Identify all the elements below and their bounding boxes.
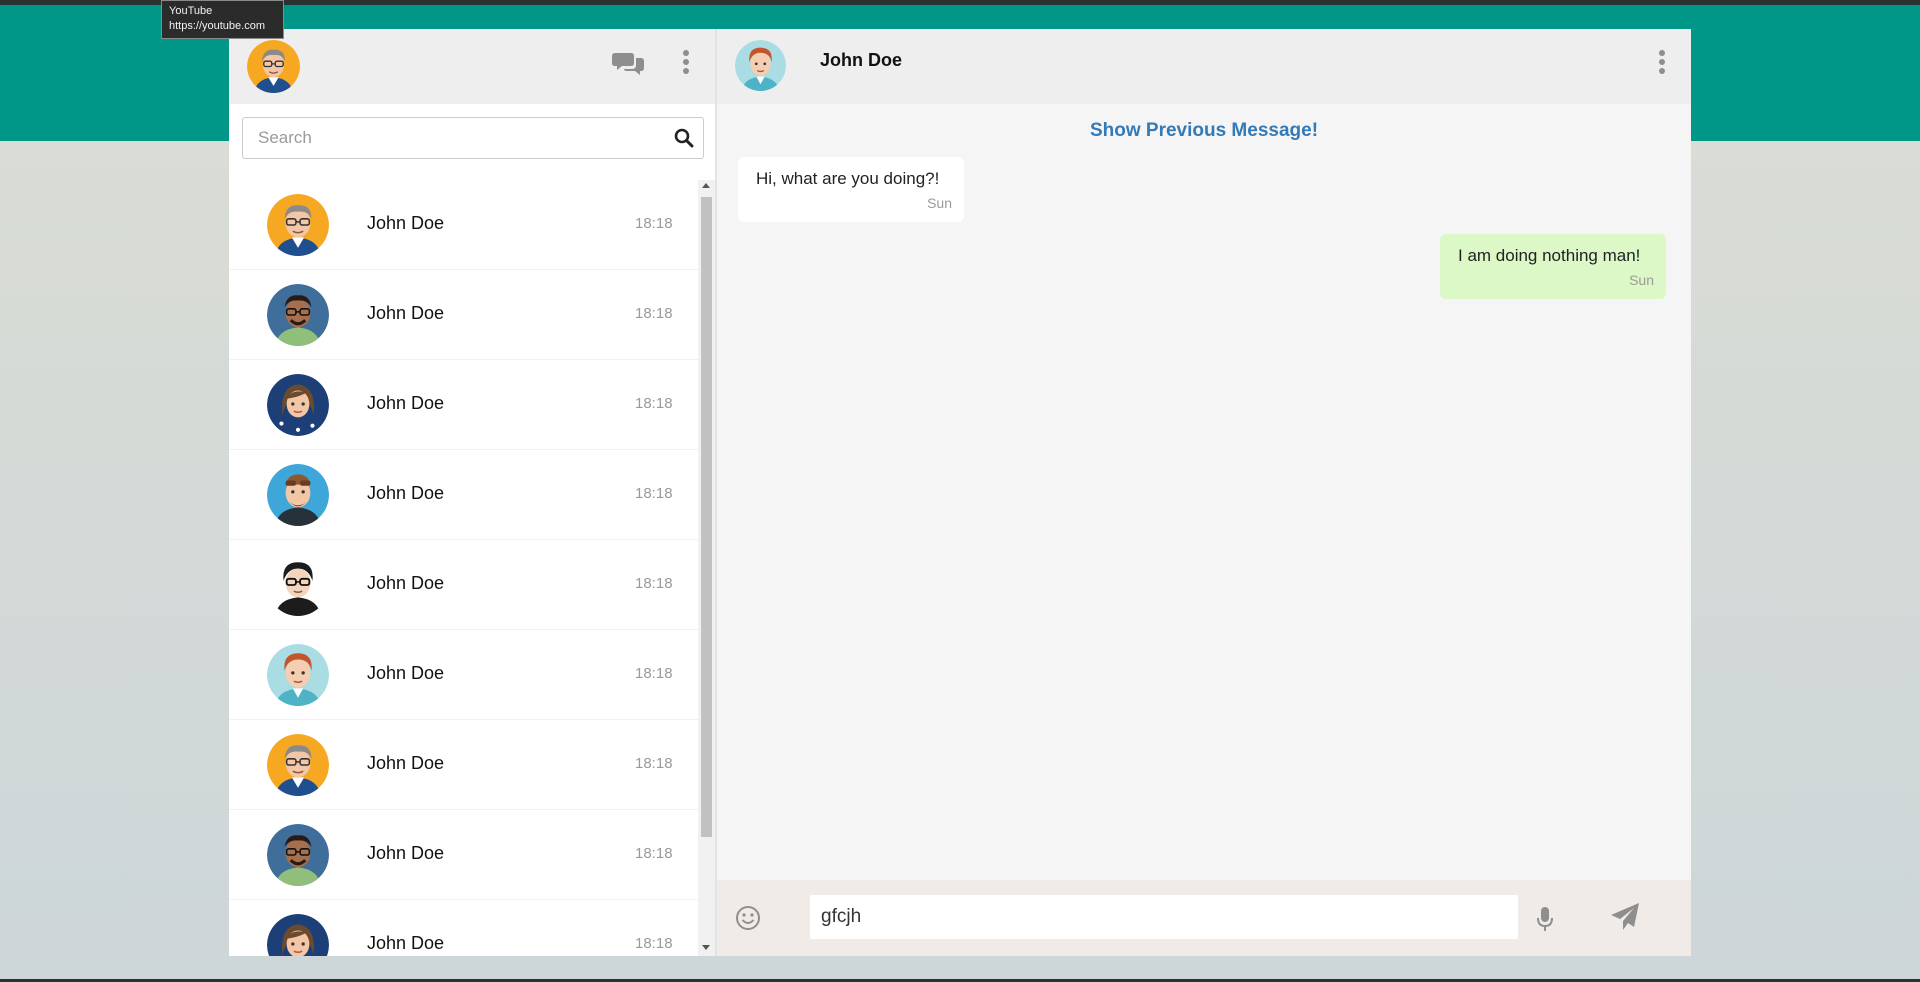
conversation-list-panel: John Doe18:18John Doe18:18John Doe18:18J… [229,29,715,956]
scroll-down-arrow-icon[interactable] [702,945,710,950]
avatar [267,734,329,796]
contact-list-scrollbar[interactable] [698,180,715,956]
chat-app: John Doe18:18John Doe18:18John Doe18:18J… [229,29,1691,956]
message-time: Sun [927,195,952,211]
contact-name: John Doe [367,753,445,773]
incoming-message: Hi, what are you doing?! Sun [738,157,964,222]
scrollbar-thumb[interactable] [701,197,712,837]
avatar [267,554,329,616]
contact-row[interactable]: John Doe 18:18 [229,180,698,270]
contact-list: John Doe 18:18 John Doe 18:18 John Doe 18:18 J… [229,180,698,956]
contact-time: 18:18 [635,845,673,862]
contact-row[interactable]: John Doe 18:18 [229,450,698,540]
conversation-panel: John Doe Show Previous Message! Hi, what… [717,29,1691,956]
search-icon[interactable] [674,128,694,148]
avatar [267,464,329,526]
avatar [267,194,329,256]
contact-time: 18:18 [635,935,673,952]
show-previous-messages-link[interactable]: Show Previous Message! [717,120,1691,142]
avatar [267,914,329,956]
message-input[interactable] [810,895,1518,939]
message-text: Hi, what are you doing?! [756,169,940,188]
contact-name: John Doe [367,663,445,683]
avatar [267,824,329,886]
contact-name: John Doe [367,303,445,323]
contact-row[interactable]: John Doe 18:18 [229,810,698,900]
contact-name: John Doe [367,933,445,953]
contact-row[interactable]: John Doe 18:18 [229,630,698,720]
contact-time: 18:18 [635,575,673,592]
contact-name: John Doe [820,50,903,70]
avatar-glasses-icon[interactable] [247,40,300,93]
link-tooltip: YouTube https://youtube.com [161,0,284,39]
emoji-icon[interactable] [735,905,761,931]
message-text: I am doing nothing man! [1458,246,1641,265]
contact-name: John Doe [367,843,445,863]
conversation-header: John Doe [717,29,1691,104]
contact-row[interactable]: John Doe 18:18 [229,720,698,810]
tooltip-url: https://youtube.com [169,20,265,32]
send-icon[interactable] [1610,902,1640,932]
chat-bubbles-icon[interactable] [612,49,644,79]
avatar [267,284,329,346]
contact-name: John Doe [367,213,445,233]
contact-time: 18:18 [635,665,673,682]
contact-name: John Doe [367,393,445,413]
contact-row[interactable]: John Doe 18:18 [229,360,698,450]
message-composer [717,880,1691,956]
contact-time: 18:18 [635,395,673,412]
tooltip-title: YouTube [169,5,213,17]
contact-row[interactable]: John Doe 18:18 [229,900,698,956]
search-box [242,117,704,159]
contact-row[interactable]: John Doe 18:18 [229,270,698,360]
scroll-up-arrow-icon[interactable] [702,183,710,188]
message-time: Sun [1629,272,1654,288]
search-input[interactable] [243,118,653,158]
contact-avatar[interactable] [735,40,786,91]
microphone-icon[interactable] [1535,905,1555,933]
avatar [267,644,329,706]
conversation-menu-icon[interactable] [1656,47,1668,77]
contact-time: 18:18 [635,485,673,502]
contact-name: John Doe [367,483,445,503]
contact-name: John Doe [367,573,445,593]
sidebar-menu-icon[interactable] [680,47,692,77]
contact-time: 18:18 [635,755,673,772]
outgoing-message: I am doing nothing man! Sun [1440,234,1666,299]
avatar [267,374,329,436]
contact-time: 18:18 [635,305,673,322]
contact-row[interactable]: John Doe 18:18 [229,540,698,630]
sidebar-header [229,29,715,104]
contact-time: 18:18 [635,215,673,232]
